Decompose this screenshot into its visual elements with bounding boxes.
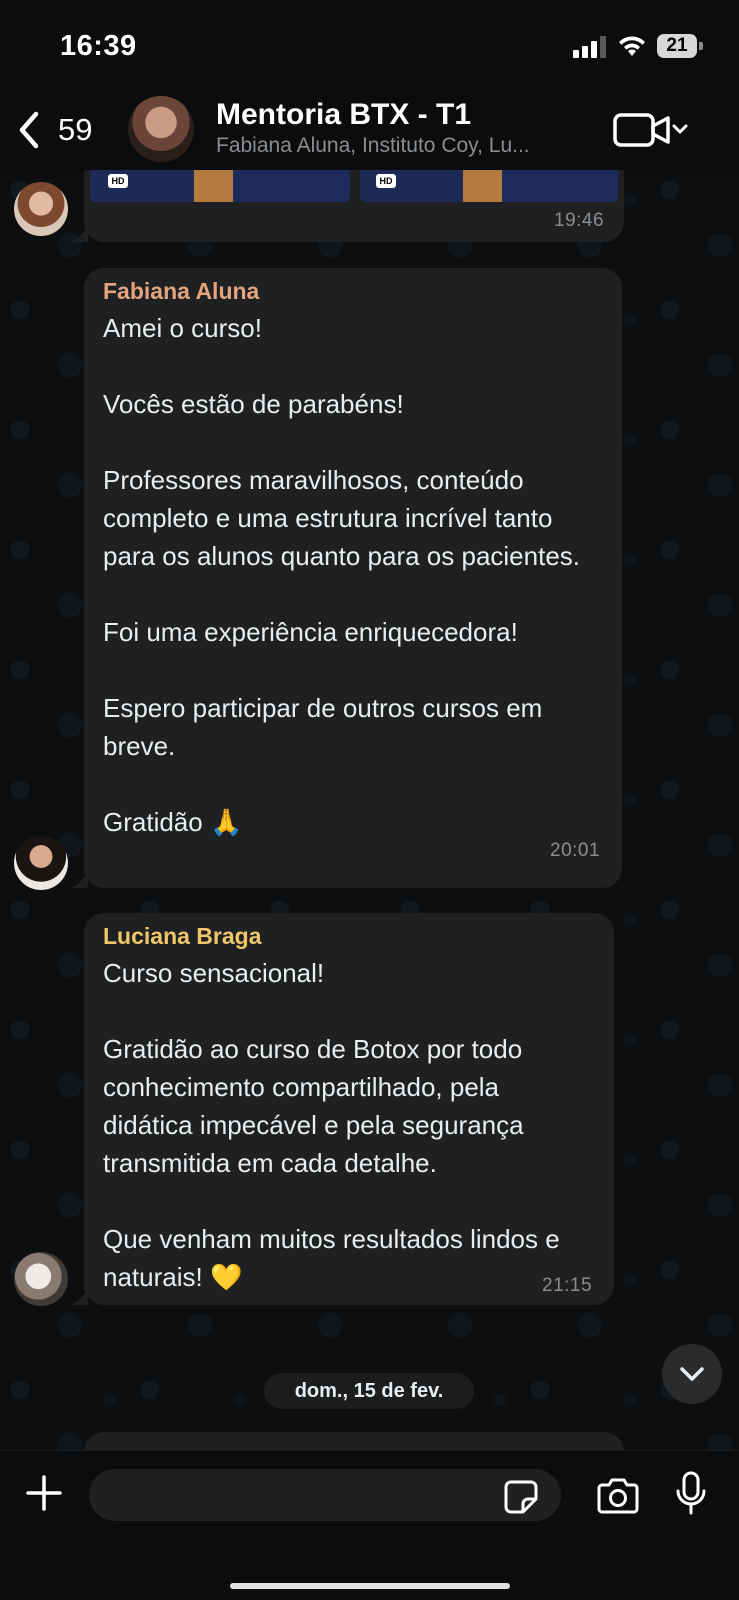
sender-avatar[interactable] — [14, 182, 68, 236]
plus-icon[interactable] — [24, 1473, 64, 1513]
image-thumbnail[interactable] — [360, 170, 618, 202]
group-participants[interactable]: Fabiana Aluna, Instituto Coy, Lu... — [216, 134, 530, 158]
sender-avatar[interactable] — [14, 836, 68, 890]
message-sender[interactable]: Fabiana Aluna — [103, 278, 602, 305]
message-bubble[interactable]: Fabiana Aluna Amei o curso! Vocês estão … — [84, 268, 622, 888]
video-call-icon[interactable] — [612, 110, 688, 150]
message-input[interactable] — [89, 1469, 561, 1521]
group-title[interactable]: Mentoria BTX - T1 — [216, 98, 471, 132]
sticker-icon[interactable] — [503, 1479, 539, 1515]
battery-level: 21 — [666, 35, 688, 56]
group-avatar[interactable] — [128, 96, 194, 162]
date-separator: dom., 15 de fev. — [264, 1373, 474, 1409]
sender-avatar[interactable] — [14, 1252, 68, 1306]
battery-icon: 21 — [657, 34, 703, 59]
image-message[interactable]: HD HD 19:46 — [84, 170, 624, 242]
message-time: 21:15 — [542, 1275, 593, 1296]
message-sender[interactable]: Luciana Braga — [103, 923, 594, 950]
status-bar: 16:39 21 — [0, 0, 739, 90]
chat-screen: 16:39 21 59 Mentoria BTX - T1 Fabiana Al… — [0, 0, 739, 1600]
home-indicator — [230, 1583, 510, 1589]
message-bubble[interactable]: Luciana Braga Curso sensacional! Gratidã… — [84, 913, 614, 1305]
cellular-signal-icon — [573, 36, 607, 58]
composer-bar — [0, 1450, 739, 1600]
wifi-icon — [619, 36, 645, 56]
microphone-icon[interactable] — [674, 1471, 708, 1517]
message-text: Amei o curso! Vocês estão de parabéns! P… — [103, 313, 581, 837]
back-chevron-icon[interactable] — [16, 110, 44, 150]
bubble-tail — [70, 870, 88, 888]
message-time: 20:01 — [550, 840, 601, 861]
message-text: Curso sensacional! Gratidão ao curso de … — [103, 958, 560, 1292]
unread-chats-count[interactable]: 59 — [58, 112, 92, 148]
status-time: 16:39 — [60, 30, 137, 62]
bubble-tail — [70, 224, 88, 242]
chat-header: 59 Mentoria BTX - T1 Fabiana Aluna, Inst… — [0, 90, 739, 172]
chevron-down-icon — [680, 1367, 704, 1381]
bubble-tail — [70, 1287, 88, 1305]
hd-badge-icon: HD — [108, 174, 128, 188]
message-time: 19:46 — [554, 210, 605, 231]
hd-badge-icon: HD — [376, 174, 396, 188]
camera-icon[interactable] — [595, 1477, 641, 1515]
scroll-to-bottom-button[interactable] — [662, 1344, 722, 1404]
image-thumbnail[interactable] — [90, 170, 350, 202]
